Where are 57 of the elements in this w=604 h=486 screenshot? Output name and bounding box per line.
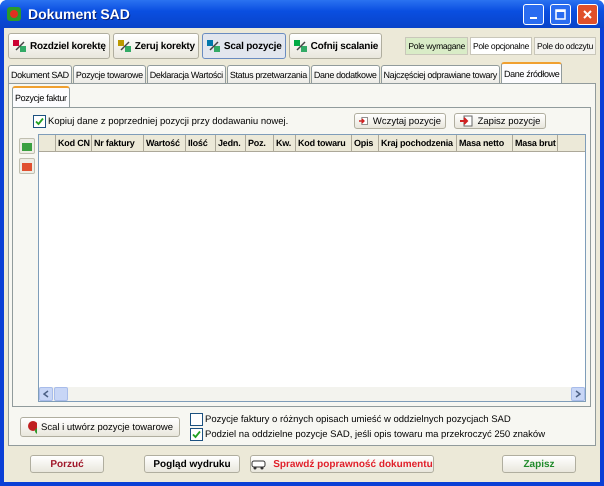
footer-button[interactable]: Zapisz xyxy=(502,455,576,473)
toolbar-icon xyxy=(206,38,222,54)
toolbar-icon xyxy=(12,38,28,54)
footer-button[interactable]: Porzuć xyxy=(30,455,104,473)
toolbar-icon xyxy=(292,38,309,54)
footer-button[interactable]: Sprawdź poprawność dokumentu xyxy=(250,455,434,473)
column-header[interactable]: Wartość xyxy=(144,135,186,151)
action-button[interactable]: Wczytaj pozycje xyxy=(354,113,446,129)
checkbox-label: Podziel na oddzielne pozycje SAD, jeśli opis towaru ma przekroczyć 250 znaków xyxy=(205,429,546,440)
delete-icon xyxy=(21,160,33,172)
column-header[interactable]: Masa netto xyxy=(457,135,513,151)
close-icon xyxy=(582,8,593,20)
app-icon xyxy=(6,6,22,22)
tab[interactable]: Pozycje faktur xyxy=(12,86,70,107)
toolbar-button[interactable]: Rozdziel korektę xyxy=(8,33,110,59)
checkbox-label: Pozycje faktury o różnych opisach umieść w oddzielnych pozycjach SAD xyxy=(205,414,511,425)
merge-button[interactable]: Scal i utwórz pozycje towarowe xyxy=(20,417,180,437)
legend-label: Pole opcjonalne xyxy=(470,37,532,55)
column-header[interactable]: Kod CN xyxy=(56,135,92,151)
column-header[interactable]: Kod towaru xyxy=(296,135,352,151)
add-row-button[interactable] xyxy=(19,138,35,154)
maximize-button[interactable] xyxy=(550,4,571,24)
tab[interactable]: Pozycje towarowe xyxy=(72,65,146,83)
column-header[interactable]: Nr faktury xyxy=(92,135,144,151)
minimize-button[interactable] xyxy=(523,4,544,24)
toolbar-button[interactable]: Scal pozycje xyxy=(202,33,286,59)
checkbox-label: Kopiuj dane z poprzedniej pozycji przy dodawaniu nowej. xyxy=(48,116,288,126)
toolbar-button[interactable]: Zeruj korekty xyxy=(112,33,199,59)
column-header[interactable]: Kraj pochodzenia xyxy=(379,135,457,151)
tab[interactable]: Najczęściej odprawiane towary xyxy=(380,65,500,83)
minimize-icon xyxy=(530,17,537,19)
document-arrow-icon xyxy=(460,115,474,127)
column-header[interactable]: Masa brut xyxy=(513,135,558,151)
toolbar-button[interactable]: Cofnij scalanie xyxy=(288,33,382,59)
window-title: Dokument SAD xyxy=(28,6,131,22)
checkbox[interactable] xyxy=(190,413,203,426)
tab[interactable]: Dokument SAD xyxy=(8,65,72,83)
merge-icon xyxy=(27,420,37,434)
scroll-thumb[interactable] xyxy=(54,387,68,401)
legend-label: Pole do odczytu xyxy=(534,37,596,55)
action-button[interactable]: Zapisz pozycje xyxy=(454,113,546,129)
toolbar-icon xyxy=(116,38,133,54)
column-header[interactable]: Opis xyxy=(352,135,379,151)
column-header[interactable]: Ilość xyxy=(186,135,216,151)
legend-label: Pole wymagane xyxy=(405,37,468,55)
tab[interactable]: Dane źródłowe xyxy=(500,62,562,83)
tab[interactable]: Deklaracja Wartości xyxy=(146,65,226,83)
tab[interactable]: Status przetwarzania xyxy=(226,65,310,83)
add-icon xyxy=(21,140,33,152)
column-header[interactable]: Jedn. xyxy=(216,135,246,151)
maximize-icon xyxy=(555,8,566,20)
column-header[interactable]: Kw. xyxy=(274,135,296,151)
footer-button[interactable]: Pogląd wydruku xyxy=(144,455,240,473)
delete-row-button[interactable] xyxy=(19,158,35,174)
tab[interactable]: Dane dodatkowe xyxy=(310,65,380,83)
close-button[interactable] xyxy=(577,4,598,24)
column-header[interactable]: Poz. xyxy=(246,135,274,151)
